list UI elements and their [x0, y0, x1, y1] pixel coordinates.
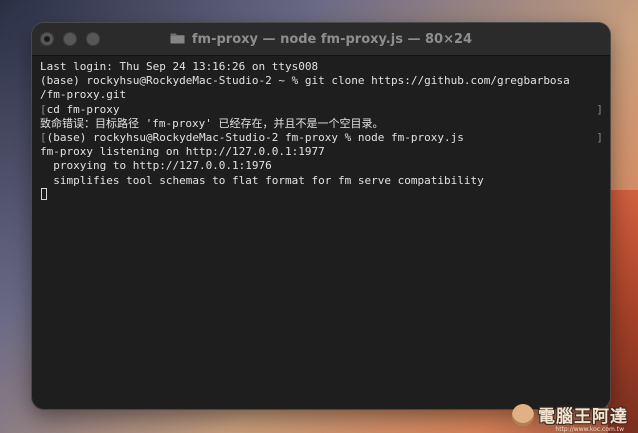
terminal-line: (base) rockyhsu@RockydeMac-Studio-2 ~ % … — [40, 74, 570, 88]
terminal-line-marked: [(base) rockyhsu@RockydeMac-Studio-2 fm-… — [40, 131, 605, 145]
terminal-line: 致命错误：目标路径 'fm-proxy' 已经存在，并且不是一个空目录。 — [40, 116, 384, 130]
terminal-line-text: (base) rockyhsu@RockydeMac-Studio-2 fm-p… — [46, 130, 464, 144]
watermark-url: http://www.koc.com.tw — [555, 426, 624, 433]
terminal-line: simplifies tool schemas to flat format f… — [40, 173, 484, 187]
window-title: fm-proxy — node fm-proxy.js — 80×24 — [191, 31, 473, 47]
watermark-logo: 電腦王阿達 — [512, 402, 628, 427]
terminal-line: Last login: Thu Sep 24 13:16:26 on ttys0… — [40, 60, 319, 73]
mascot-icon — [512, 403, 534, 426]
terminal-output[interactable]: Last login: Thu Sep 24 13:16:26 on ttys0… — [40, 60, 605, 202]
terminal-line: /fm-proxy.git — [40, 88, 127, 102]
line-mark-right: ] — [596, 102, 603, 116]
terminal-line: fm-proxy listening on http://127.0.0.1:1… — [40, 145, 325, 159]
terminal-line: proxying to http://127.0.0.1:1976 — [40, 159, 272, 173]
line-mark-right: ] — [596, 130, 603, 144]
prompt-line — [40, 187, 605, 202]
text-cursor — [41, 187, 47, 200]
terminal-line-marked: [cd fm-proxy] — [40, 103, 605, 117]
desktop-wallpaper-edge — [608, 190, 638, 433]
terminal-line-text: cd fm-proxy — [46, 102, 120, 116]
window-title-group: fm-proxy — node fm-proxy.js — 80×24 — [32, 23, 610, 55]
watermark-text: 電腦王阿達 — [538, 407, 628, 427]
folder-icon — [170, 33, 185, 44]
line-mark-left: [ — [40, 102, 47, 116]
title-bar[interactable]: fm-proxy — node fm-proxy.js — 80×24 — [32, 23, 610, 56]
line-mark-left: [ — [40, 130, 47, 144]
terminal-window[interactable]: fm-proxy — node fm-proxy.js — 80×24 Last… — [32, 23, 610, 409]
